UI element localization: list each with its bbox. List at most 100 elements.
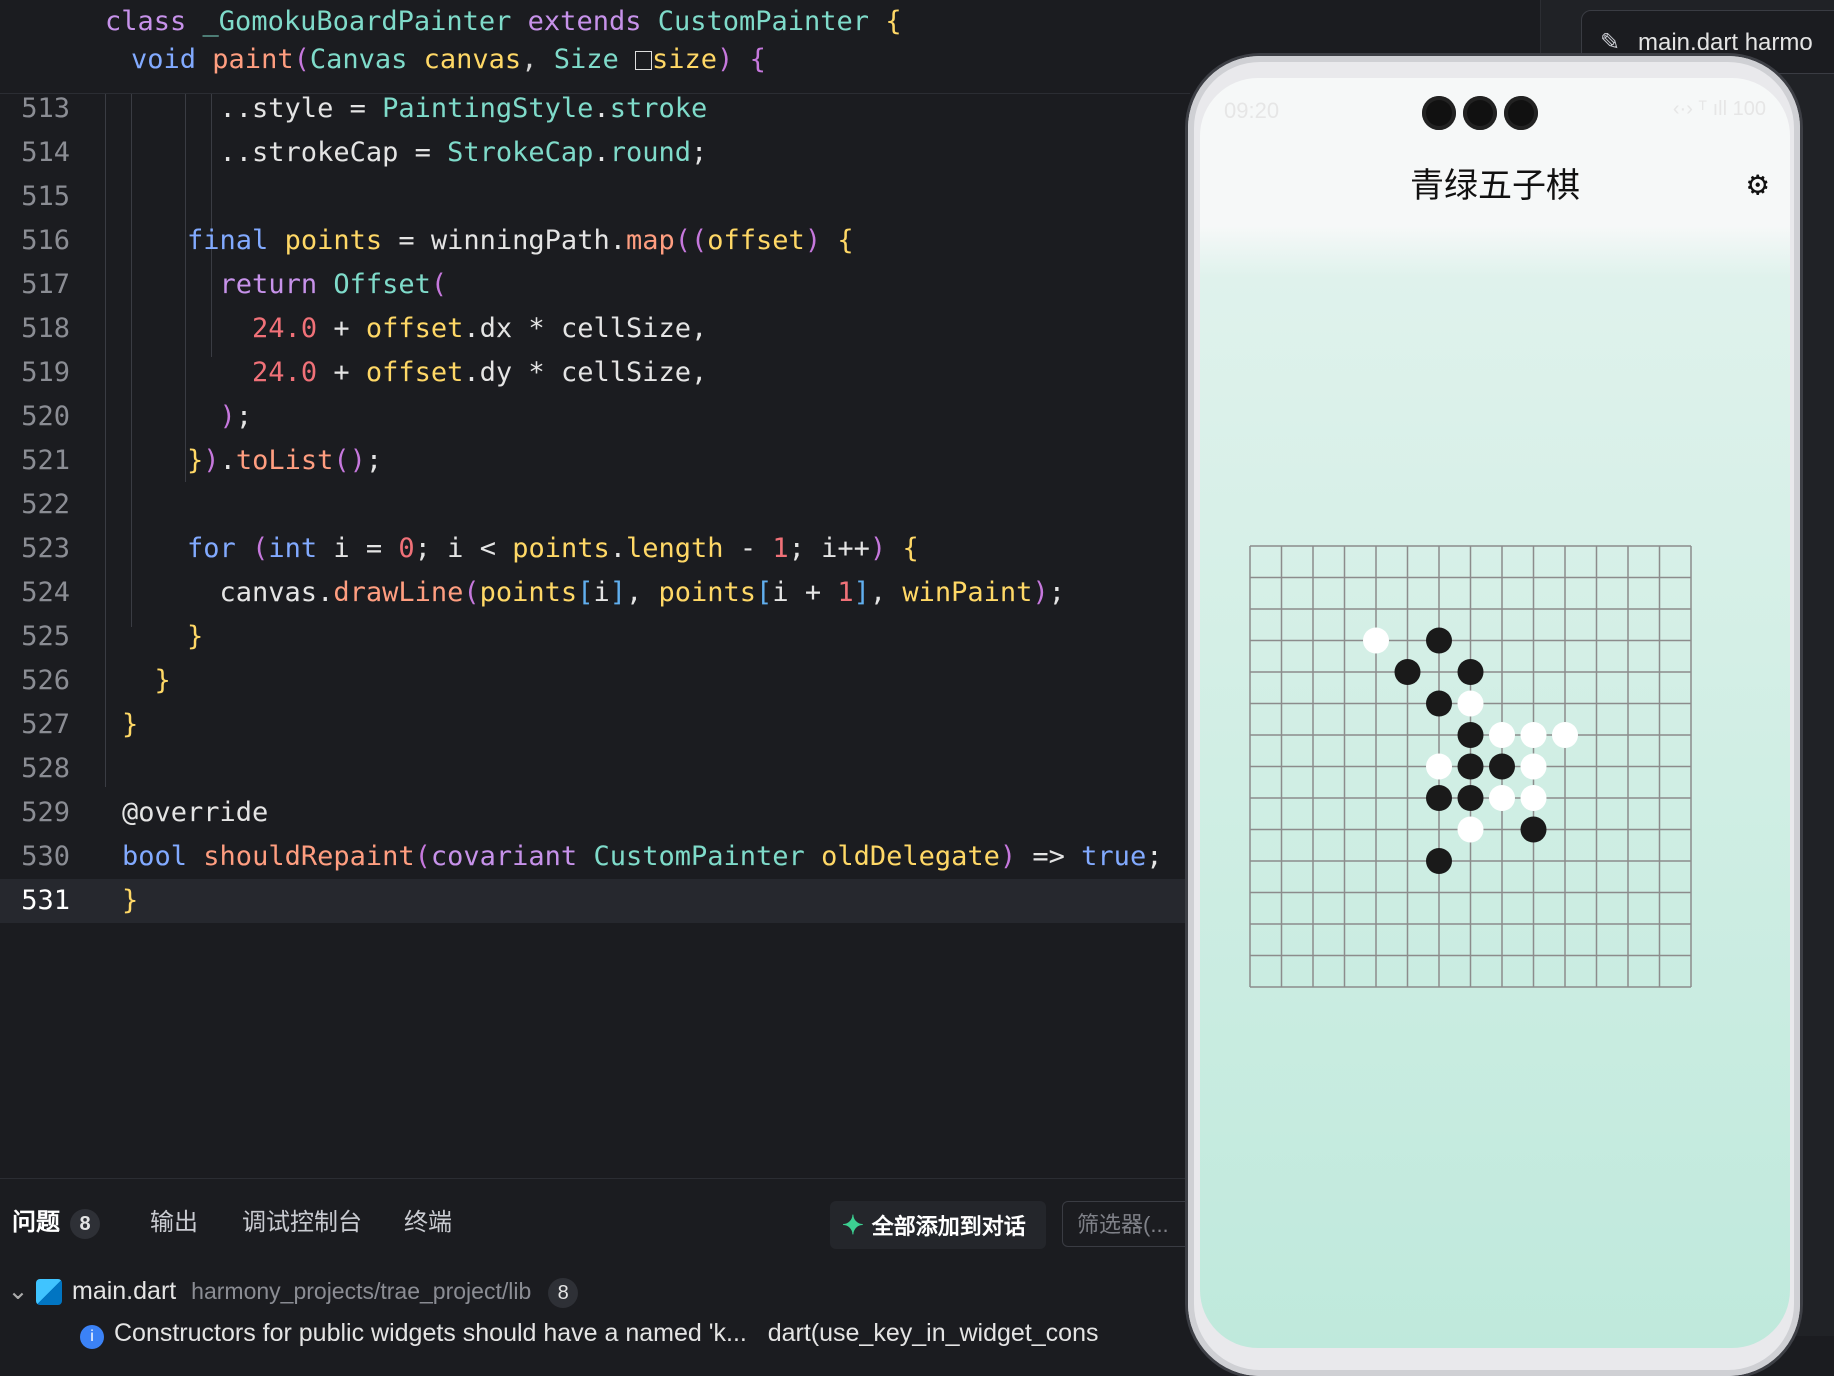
code-line[interactable]: 518 24.0 + offset.dx * cellSize, [0, 307, 1190, 351]
tab-output[interactable]: 输出 [150, 1203, 198, 1243]
code-line[interactable]: 526 } [0, 659, 1190, 703]
code-line[interactable]: 522 [0, 483, 1190, 527]
code-line[interactable]: 523 for (int i = 0; i < points.length - … [0, 527, 1190, 571]
line-number[interactable]: 525 [0, 615, 70, 659]
code-line[interactable]: 524 canvas.drawLine(points[i], points[i … [0, 571, 1190, 615]
code-line[interactable]: 529 @override [0, 791, 1190, 835]
code-text[interactable]: ..strokeCap = StrokeCap.round; [122, 131, 708, 175]
code-text[interactable]: final points = winningPath.map((offset) … [122, 219, 854, 263]
gomoku-board[interactable] [1238, 534, 1758, 1054]
camera-icon [1422, 96, 1456, 130]
white-stone [1520, 785, 1547, 811]
code-text[interactable]: @override [122, 791, 268, 835]
line-number[interactable]: 530 [0, 835, 70, 879]
sticky-line-paint[interactable]: void paint(Canvas canvas, Size size) { [131, 38, 766, 82]
problems-count-badge: 8 [70, 1209, 100, 1239]
line-number[interactable]: 521 [0, 439, 70, 483]
white-stone [1457, 690, 1484, 717]
code-line[interactable]: 530 bool shouldRepaint(covariant CustomPa… [0, 835, 1190, 879]
white-stone [1363, 627, 1389, 654]
white-stone [1489, 722, 1515, 748]
code-line[interactable]: 527} [0, 703, 1190, 747]
camera-icon [1504, 96, 1538, 130]
line-number[interactable]: 520 [0, 395, 70, 439]
code-line[interactable]: 517 return Offset( [0, 263, 1190, 307]
status-time: 09:20 [1224, 98, 1280, 123]
line-number[interactable]: 519 [0, 351, 70, 395]
info-icon: i [80, 1325, 104, 1349]
black-stone [1457, 753, 1484, 780]
line-number[interactable]: 522 [0, 483, 70, 527]
problems-file-row[interactable]: ⌄ main.dart harmony_projects/trae_project… [0, 1269, 579, 1313]
filter-input[interactable]: 筛选器(... [1062, 1201, 1202, 1247]
black-stone [1426, 848, 1452, 874]
code-text[interactable]: return Offset( [122, 263, 448, 307]
black-stone [1457, 722, 1484, 748]
white-stone [1426, 753, 1452, 780]
gear-icon[interactable]: ⚙ [1748, 164, 1768, 204]
line-number[interactable]: 514 [0, 131, 70, 175]
code-text[interactable]: }).toList(); [122, 439, 382, 483]
black-stone [1426, 785, 1452, 811]
sticky-scroll-header[interactable]: class _GomokuBoardPainter extends Custom… [0, 0, 1190, 94]
code-text[interactable]: 24.0 + offset.dy * cellSize, [122, 351, 707, 395]
chevron-down-icon[interactable]: ⌄ [0, 1269, 36, 1313]
line-number[interactable]: 527 [0, 703, 70, 747]
code-line[interactable]: 519 24.0 + offset.dy * cellSize, [0, 351, 1190, 395]
white-stone [1457, 816, 1484, 843]
white-stone [1520, 722, 1547, 748]
code-line[interactable]: 525 } [0, 615, 1190, 659]
camera-icon [1463, 96, 1497, 130]
white-stone [1489, 785, 1515, 811]
white-stone [1552, 722, 1578, 748]
status-icons: ‹·› ᵀ ıll 100 [1672, 98, 1766, 120]
line-number[interactable]: 526 [0, 659, 70, 703]
code-editor[interactable]: class _GomokuBoardPainter extends Custom… [0, 0, 1190, 1175]
line-number[interactable]: 528 [0, 747, 70, 791]
line-number[interactable]: 516 [0, 219, 70, 263]
code-line[interactable]: 514 ..strokeCap = StrokeCap.round; [0, 131, 1190, 175]
problem-item[interactable]: i Constructors for public widgets should … [80, 1319, 1098, 1349]
code-text[interactable]: bool shouldRepaint(covariant CustomPaint… [122, 835, 1162, 879]
tab-terminal[interactable]: 终端 [404, 1203, 452, 1243]
code-text[interactable]: canvas.drawLine(points[i], points[i + 1]… [122, 571, 1065, 615]
black-stone [1426, 627, 1452, 654]
line-number[interactable]: 518 [0, 307, 70, 351]
code-line[interactable]: 521 }).toList(); [0, 439, 1190, 483]
line-number[interactable]: 523 [0, 527, 70, 571]
black-stone [1426, 690, 1452, 717]
code-text[interactable]: } [122, 703, 138, 747]
code-line[interactable]: 520 ); [0, 395, 1190, 439]
code-line[interactable]: 516 final points = winningPath.map((offs… [0, 219, 1190, 263]
black-stone [1457, 659, 1484, 685]
code-text[interactable]: 24.0 + offset.dx * cellSize, [122, 307, 707, 351]
code-line[interactable]: 531} [0, 879, 1190, 923]
problem-file-path: harmony_projects/trae_project/lib [191, 1278, 532, 1304]
code-text[interactable]: ); [122, 395, 253, 439]
code-line[interactable]: 528 [0, 747, 1190, 791]
line-number[interactable]: 524 [0, 571, 70, 615]
tab-debug-console[interactable]: 调试控制台 [242, 1203, 362, 1243]
code-text[interactable]: } [122, 615, 203, 659]
phone-screen: 09:20 ‹·› ᵀ ıll 100 青绿五子棋 ⚙ [1200, 78, 1790, 1348]
black-stone [1457, 785, 1484, 811]
line-number[interactable]: 517 [0, 263, 70, 307]
black-stone [1520, 816, 1547, 843]
code-text[interactable]: for (int i = 0; i < points.length - 1; i… [122, 527, 919, 571]
problem-file-name: main.dart [72, 1277, 177, 1305]
black-stone [1394, 659, 1421, 685]
black-stone [1489, 753, 1515, 780]
code-text[interactable]: } [122, 879, 138, 923]
code-lines[interactable]: 513 ..style = PaintingStyle.stroke 514 ..… [0, 87, 1190, 923]
line-number[interactable]: 515 [0, 175, 70, 219]
white-stone [1520, 753, 1547, 780]
file-problem-count: 8 [548, 1278, 579, 1308]
code-line[interactable]: 515 [0, 175, 1190, 219]
line-number[interactable]: 531 [0, 879, 70, 923]
line-number[interactable]: 529 [0, 791, 70, 835]
dart-file-icon [36, 1279, 62, 1306]
bottom-panel: 问题 8 输出 调试控制台 终端 ✦ 全部添加到对话 筛选器(... ⌄ main.d… [0, 1178, 1202, 1349]
code-text[interactable]: } [122, 659, 171, 703]
tab-problems[interactable]: 问题 8 [12, 1203, 100, 1243]
add-all-to-chat-button[interactable]: ✦ 全部添加到对话 [830, 1201, 1046, 1249]
